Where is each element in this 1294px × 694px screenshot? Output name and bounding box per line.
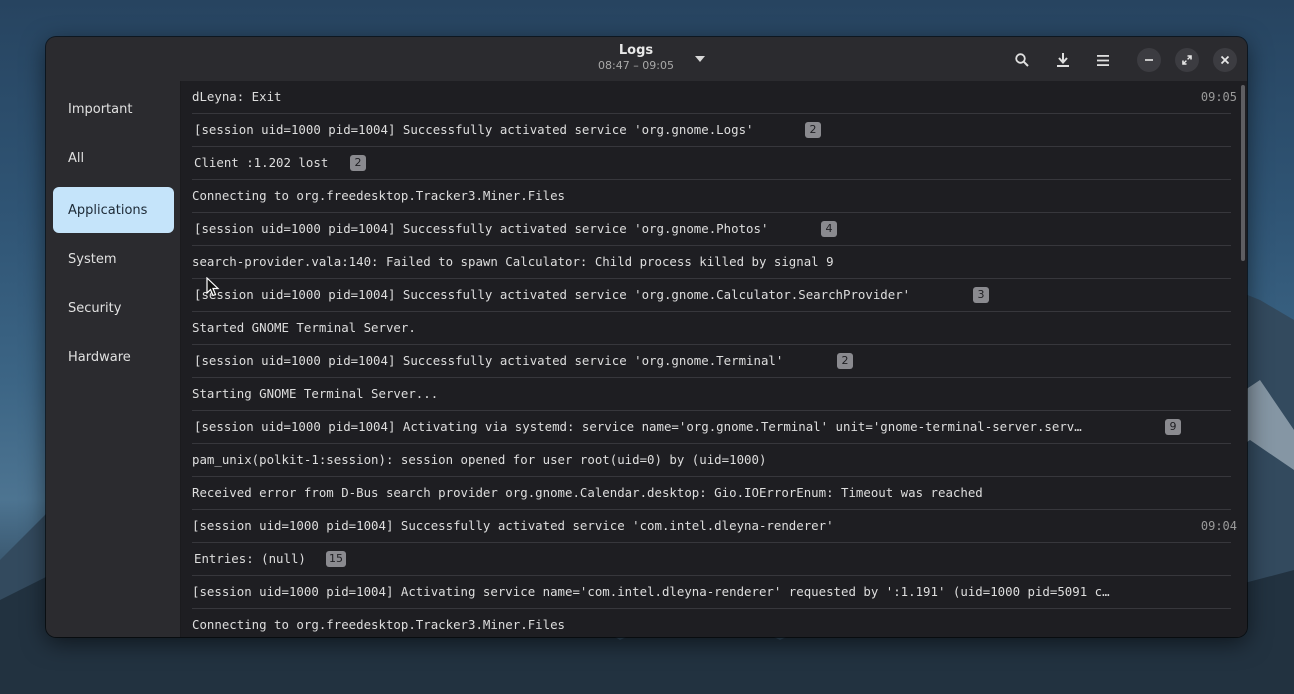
search-button[interactable] [1009,47,1035,73]
mouse-pointer-icon [206,277,220,297]
log-message: [session uid=1000 pid=1004] Successfully… [194,353,784,368]
log-message: [session uid=1000 pid=1004] Successfully… [194,287,911,302]
log-row[interactable]: [session uid=1000 pid=1004] Successfully… [192,114,1231,147]
log-row[interactable]: Entries: (null) 15 [192,543,1231,576]
sidebar-item-label: All [68,150,85,166]
log-message: Client :1.202 lost [194,155,329,170]
time-range-subtitle: 08:47 – 09:05 [598,59,674,72]
category-sidebar: Important All Applications System Securi… [46,81,181,637]
log-row[interactable]: dLeyna: Exit 09:05 [192,81,1237,114]
export-button[interactable] [1050,47,1076,73]
count-badge: 15 [326,551,346,567]
title-box: Logs 08:47 – 09:05 [598,43,674,73]
log-message: [session uid=1000 pid=1004] Successfully… [194,221,769,236]
main-menu-button[interactable] [1090,47,1116,73]
log-list-scrollbar[interactable] [1241,85,1245,261]
log-message: Started GNOME Terminal Server. [192,320,416,335]
sidebar-item-important[interactable]: Important [53,86,174,132]
log-row[interactable]: [session uid=1000 pid=1004] Activating s… [192,576,1231,609]
close-icon [1220,55,1230,65]
download-icon [1057,53,1069,67]
log-row[interactable]: [session uid=1000 pid=1004] Successfully… [192,510,1237,543]
log-row[interactable]: Connecting to org.freedesktop.Tracker3.M… [192,609,1231,637]
sidebar-item-label: Security [68,300,122,316]
window-title: Logs [618,43,654,58]
count-badge: 4 [821,221,837,237]
log-row[interactable]: Started GNOME Terminal Server. [192,312,1231,345]
log-message: [session uid=1000 pid=1004] Activating v… [194,419,1082,434]
log-row[interactable]: [session uid=1000 pid=1004] Successfully… [192,279,1231,312]
log-time: 09:05 [1200,90,1237,104]
log-row[interactable]: search-provider.vala:140: Failed to spaw… [192,246,1231,279]
log-list: dLeyna: Exit 09:05 [session uid=1000 pid… [181,81,1247,637]
maximize-button[interactable] [1175,48,1199,72]
minimize-button[interactable] [1137,48,1161,72]
sidebar-item-hardware[interactable]: Hardware [53,334,174,380]
count-badge: 2 [837,353,853,369]
log-row[interactable]: Starting GNOME Terminal Server... [192,378,1231,411]
minimize-icon [1145,59,1153,61]
log-message: [session uid=1000 pid=1004] Successfully… [194,122,754,137]
log-message: search-provider.vala:140: Failed to spaw… [192,254,834,269]
sidebar-item-security[interactable]: Security [53,285,174,331]
log-row[interactable]: [session uid=1000 pid=1004] Activating v… [192,411,1231,444]
chevron-down-icon [695,56,705,62]
log-message: Entries: (null) [194,551,306,566]
log-row[interactable]: [session uid=1000 pid=1004] Successfully… [192,345,1231,378]
log-row[interactable]: Received error from D-Bus search provide… [192,477,1231,510]
log-row[interactable]: Client :1.202 lost 2 [192,147,1231,180]
log-message: Connecting to org.freedesktop.Tracker3.M… [192,617,565,632]
log-row[interactable]: Connecting to org.freedesktop.Tracker3.M… [192,180,1231,213]
sidebar-item-label: Applications [68,202,148,218]
log-message: pam_unix(polkit-1:session): session open… [192,452,767,467]
close-button[interactable] [1213,48,1237,72]
log-row[interactable]: [session uid=1000 pid=1004] Successfully… [192,213,1231,246]
log-message: Connecting to org.freedesktop.Tracker3.M… [192,188,565,203]
sidebar-item-system[interactable]: System [53,236,174,282]
sidebar-item-label: Hardware [68,349,131,365]
sidebar-item-all[interactable]: All [53,135,174,181]
sidebar-item-applications[interactable]: Applications [53,187,174,233]
log-message: [session uid=1000 pid=1004] Activating s… [192,584,1110,599]
count-badge: 2 [350,155,366,171]
maximize-icon [1182,55,1192,65]
sidebar-item-label: System [68,251,117,267]
log-message: Received error from D-Bus search provide… [192,485,983,500]
log-row[interactable]: pam_unix(polkit-1:session): session open… [192,444,1231,477]
log-message: Starting GNOME Terminal Server... [192,386,439,401]
count-badge: 3 [973,287,989,303]
logs-window: Logs 08:47 – 09:05 Important All Applica… [46,37,1247,637]
log-message: [session uid=1000 pid=1004] Successfully… [192,518,834,533]
log-message: dLeyna: Exit [192,89,282,104]
count-badge: 9 [1165,419,1181,435]
search-icon [1015,53,1029,67]
count-badge: 2 [805,122,821,138]
header-bar: Logs 08:47 – 09:05 [46,37,1247,81]
time-range-dropdown-button[interactable] [691,51,709,67]
log-time: 09:04 [1200,519,1237,533]
hamburger-menu-icon [1097,54,1109,66]
sidebar-item-label: Important [68,101,133,117]
